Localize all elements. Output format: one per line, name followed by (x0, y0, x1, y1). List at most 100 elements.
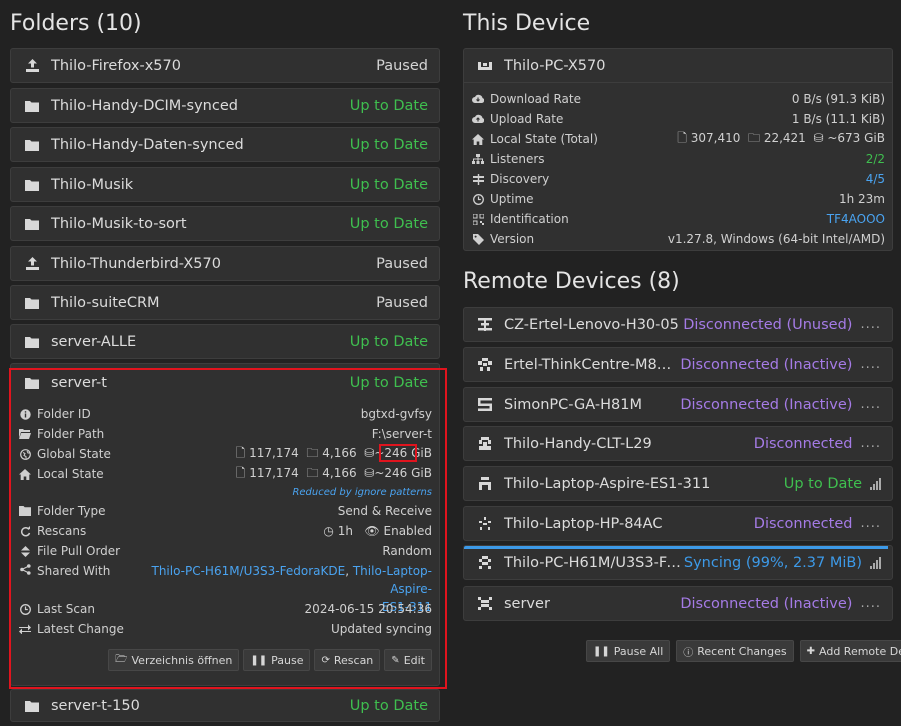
remote-device-status: Syncing (99%, 2.37 MiB) (683, 554, 862, 571)
folder-name: Thilo-Musik-to-sort (51, 215, 187, 232)
pause-all-button[interactable]: ❚❚ Pause All (586, 640, 671, 662)
folder-status: Paused (376, 255, 428, 272)
tag-icon (472, 233, 484, 245)
uptime-value: 1h 23m (838, 192, 885, 206)
folder-name: Thilo-Handy-DCIM-synced (51, 97, 238, 114)
highlight-box-folder (9, 368, 447, 689)
listeners-row: Listeners 2/2 (472, 149, 885, 169)
this-device-title: This Device (463, 11, 591, 36)
folder-icon (25, 335, 39, 349)
recent-changes-button[interactable]: ⓘ Recent Changes (676, 640, 794, 662)
remote-device-status: Disconnected (Inactive) (680, 595, 853, 612)
download-rate-row: Download Rate 0 B/s (91.3 KiB) (472, 89, 885, 109)
global-action-bar: ❚❚ Pause All ⓘ Recent Changes ✚ Add Remote … (586, 640, 901, 662)
version-row: Version v1.27.8, Windows (64-bit Intel/A… (472, 229, 885, 249)
device-identicon (478, 358, 492, 372)
folder-panel[interactable]: server-ALLE Up to Date (10, 324, 440, 359)
folder-status: Up to Date (349, 697, 428, 714)
device-identicon (478, 318, 492, 332)
remote-device-name: Thilo-Laptop-Aspire-ES1-311 (504, 475, 711, 492)
remote-device-panel[interactable]: Thilo-Laptop-HP-84AC Disconnected.... (463, 506, 893, 541)
device-identicon (478, 517, 492, 531)
this-device-header[interactable]: Thilo-PC-X570 (464, 49, 892, 83)
version-label: Version (490, 232, 535, 246)
folder-status: Up to Date (349, 215, 428, 232)
folder-name: Thilo-Handy-Daten-synced (51, 136, 244, 153)
signpost-icon (472, 173, 484, 185)
remote-device-panel[interactable]: Thilo-PC-H61M/U3S3-Fedo...Syncing (99%, … (463, 545, 893, 580)
remote-device-status: Disconnected (753, 515, 853, 532)
discovery-label: Discovery (490, 172, 550, 186)
folder-panel[interactable]: Thilo-Musik-to-sort Up to Date (10, 206, 440, 241)
plus-icon: ✚ (806, 645, 815, 657)
remote-device-panel[interactable]: SimonPC-GA-H81M Disconnected (Inactive)..… (463, 387, 893, 422)
recent-changes-label: Recent Changes (697, 644, 787, 658)
identification-value[interactable]: TF4AOOO (569, 212, 885, 226)
signal-strength-icon (870, 477, 881, 490)
pause-all-label: Pause All (613, 644, 664, 658)
remote-device-status: Disconnected (Inactive) (680, 356, 853, 373)
device-local-dirs: 22,421 (763, 130, 806, 145)
remote-device-name: Ertel-ThinkCentre-M83-(2) (504, 356, 681, 373)
sitemap-icon (472, 154, 484, 164)
remote-device-panel[interactable]: server Disconnected (Inactive).... (463, 586, 893, 621)
folder-panel[interactable]: Thilo-Thunderbird-X570 Paused (10, 246, 440, 281)
device-local-files: 307,410 (690, 130, 741, 145)
folder-panel-server-t-150[interactable]: server-t-150 Up to Date (10, 689, 440, 722)
folder-icon (25, 217, 39, 231)
local-state-total-row: Local State (Total) 🗋 307,410 🗀 22,421 ⛁… (472, 129, 885, 149)
remote-device-name: CZ-Ertel-Lenovo-H30-05 (504, 316, 679, 333)
discovery-value[interactable]: 4/5 (549, 172, 885, 186)
folder-name: Thilo-Firefox-x570 (51, 57, 181, 74)
add-remote-device-label: Add Remote Device (819, 644, 901, 658)
remote-device-status: Disconnected (Unused) (683, 316, 853, 333)
download-rate-value: 0 B/s (91.3 KiB) (791, 92, 885, 106)
folder-name: Thilo-Thunderbird-X570 (51, 255, 221, 272)
remote-device-status: Up to Date (783, 475, 862, 492)
listeners-value[interactable]: 2/2 (545, 152, 885, 166)
uptime-row: Uptime 1h 23m (472, 189, 885, 209)
folder-name: Thilo-Musik (51, 176, 134, 193)
device-identicon (478, 477, 492, 491)
upload-icon (25, 59, 39, 73)
folder-panel[interactable]: Thilo-Handy-Daten-synced Up to Date (10, 127, 440, 162)
identification-label: Identification (490, 212, 569, 226)
signal-strength-icon (870, 556, 881, 569)
remote-device-panel[interactable]: Ertel-ThinkCentre-M83-(2) Disconnected (I… (463, 347, 893, 382)
remote-device-panel[interactable]: Thilo-Handy-CLT-L29 Disconnected.... (463, 426, 893, 461)
add-remote-device-button[interactable]: ✚ Add Remote Device (799, 640, 901, 662)
qrcode-icon (472, 213, 484, 225)
folder-icon (25, 138, 39, 152)
more-dots-icon: .... (860, 596, 881, 611)
upload-icon (25, 257, 39, 271)
folder-name: server-t-150 (51, 697, 140, 714)
cloud-download-icon (472, 94, 484, 104)
upload-rate-row: Upload Rate 1 B/s (11.1 KiB) (472, 109, 885, 129)
more-dots-icon: .... (860, 516, 881, 531)
this-device-panel: Thilo-PC-X570 Download Rate 0 B/s (91.3 … (463, 48, 893, 251)
folder-status: Paused (376, 294, 428, 311)
folder-panel[interactable]: Thilo-Firefox-x570 Paused (10, 48, 440, 83)
folders-title: Folders (10) (10, 11, 142, 36)
device-local-size: ~673 GiB (827, 130, 885, 145)
remote-device-panel[interactable]: Thilo-Laptop-Aspire-ES1-311 Up to Date (463, 466, 893, 501)
remote-device-panel[interactable]: CZ-Ertel-Lenovo-H30-05 Disconnected (Unus… (463, 307, 893, 342)
upload-rate-value: 1 B/s (11.1 KiB) (791, 112, 885, 126)
folder-name: server-ALLE (51, 333, 137, 350)
download-rate-label: Download Rate (490, 92, 581, 106)
uptime-label: Uptime (490, 192, 534, 206)
folder-panel[interactable]: Thilo-Musik Up to Date (10, 167, 440, 202)
device-identicon (478, 556, 492, 570)
more-dots-icon: .... (860, 397, 881, 412)
more-dots-icon: .... (860, 357, 881, 372)
folder-panel[interactable]: Thilo-suiteCRM Paused (10, 285, 440, 320)
drive-icon: ⛁ (813, 130, 824, 145)
folder-status: Up to Date (349, 333, 428, 350)
folder-panel[interactable]: Thilo-Handy-DCIM-synced Up to Date (10, 88, 440, 123)
device-name: Thilo-PC-X570 (504, 57, 606, 74)
local-state-total-value: 🗋 307,410 🗀 22,421 ⛁ ~673 GiB (598, 129, 885, 150)
remote-devices-title: Remote Devices (8) (463, 269, 680, 294)
remote-device-name: Thilo-PC-H61M/U3S3-Fedo... (504, 554, 684, 571)
device-identicon (478, 437, 492, 451)
device-identicon (478, 597, 492, 611)
